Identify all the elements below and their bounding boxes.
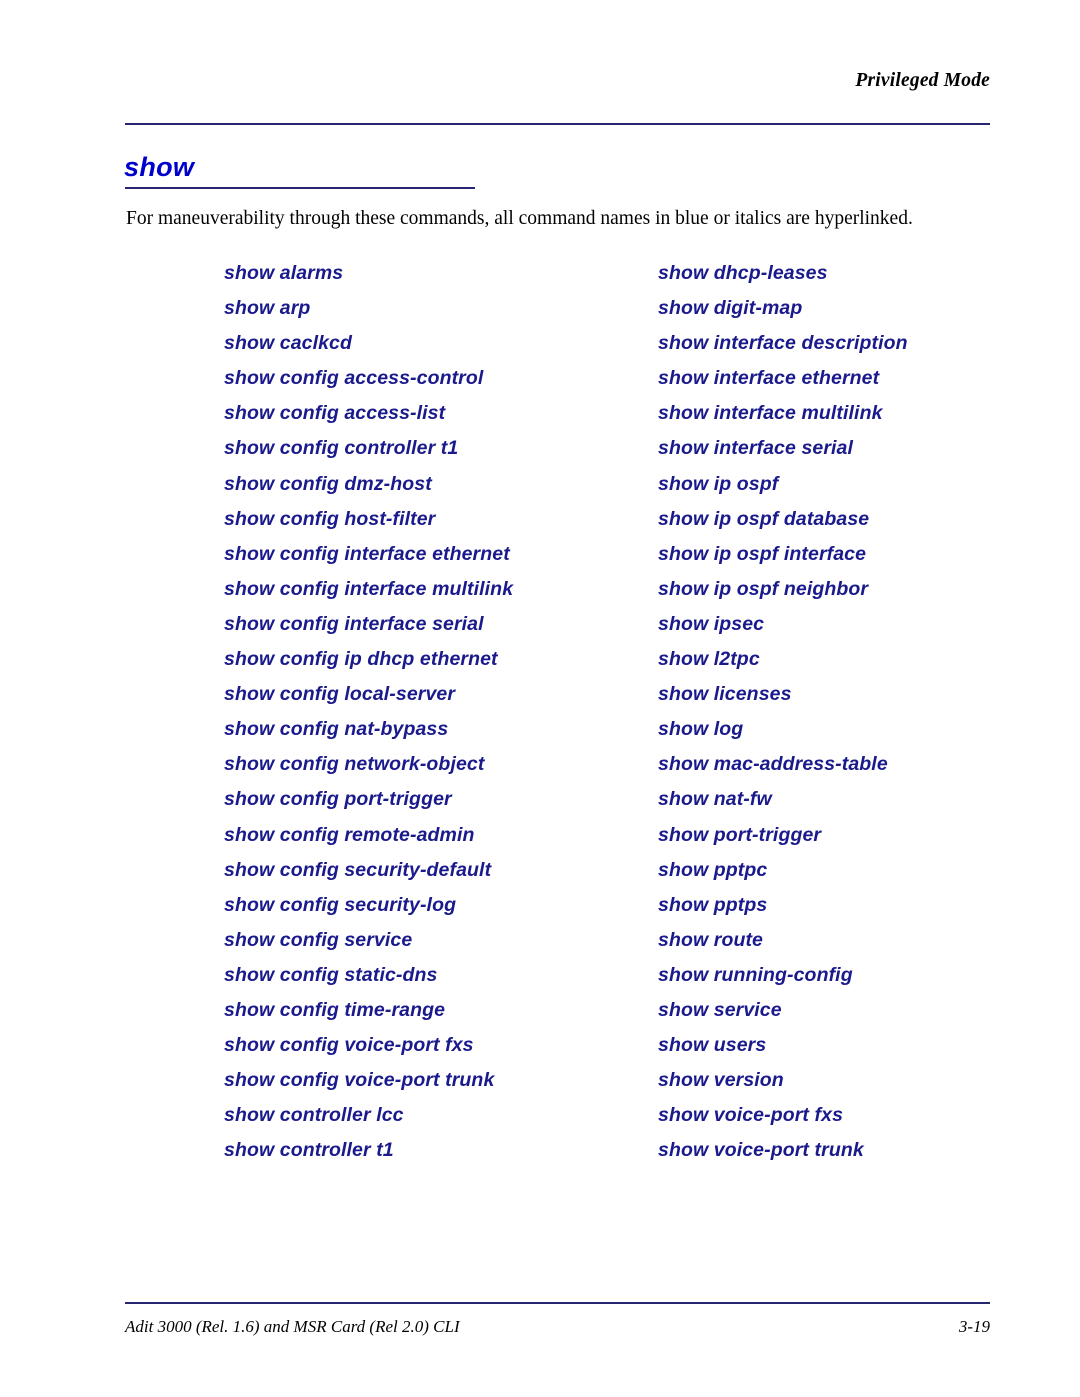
command-link[interactable]: show ip ospf database — [658, 502, 1058, 537]
page-title: show — [124, 152, 195, 182]
footer-divider-rule — [125, 1302, 990, 1304]
command-link[interactable]: show voice-port fxs — [658, 1098, 1058, 1133]
command-link[interactable]: show config dmz-host — [224, 467, 644, 502]
command-link[interactable]: show config network-object — [224, 747, 644, 782]
intro-paragraph: For maneuverability through these comman… — [126, 208, 913, 229]
command-link[interactable]: show ip ospf interface — [658, 537, 1058, 572]
header-divider-rule — [125, 123, 990, 125]
document-page: Privileged Mode show For maneuverability… — [0, 0, 1080, 1397]
command-link[interactable]: show pptpc — [658, 853, 1058, 888]
command-link[interactable]: show ip ospf — [658, 467, 1058, 502]
command-link[interactable]: show config remote-admin — [224, 818, 644, 853]
command-link[interactable]: show l2tpc — [658, 642, 1058, 677]
command-link[interactable]: show controller t1 — [224, 1133, 644, 1168]
command-link[interactable]: show dhcp-leases — [658, 256, 1058, 291]
command-link[interactable]: show log — [658, 712, 1058, 747]
command-link[interactable]: show ip ospf neighbor — [658, 572, 1058, 607]
running-header-title: Privileged Mode — [855, 70, 990, 91]
command-link[interactable]: show arp — [224, 291, 644, 326]
command-link[interactable]: show config interface ethernet — [224, 537, 644, 572]
command-link[interactable]: show config static-dns — [224, 958, 644, 993]
command-link[interactable]: show config voice-port fxs — [224, 1028, 644, 1063]
command-link[interactable]: show digit-map — [658, 291, 1058, 326]
command-link[interactable]: show config controller t1 — [224, 431, 644, 466]
command-link[interactable]: show config access-list — [224, 396, 644, 431]
command-column-right: show dhcp-leases show digit-map show inter… — [658, 256, 1058, 1168]
command-link[interactable]: show config local-server — [224, 677, 644, 712]
command-link[interactable]: show version — [658, 1063, 1058, 1098]
footer-document-title: Adit 3000 (Rel. 1.6) and MSR Card (Rel 2… — [125, 1317, 460, 1336]
command-link[interactable]: show config security-log — [224, 888, 644, 923]
command-link[interactable]: show config voice-port trunk — [224, 1063, 644, 1098]
command-link[interactable]: show config access-control — [224, 361, 644, 396]
command-link[interactable]: show interface description — [658, 326, 1058, 361]
section-title-underline-rule — [125, 187, 475, 189]
command-link[interactable]: show mac-address-table — [658, 747, 1058, 782]
command-link[interactable]: show port-trigger — [658, 818, 1058, 853]
command-link[interactable]: show licenses — [658, 677, 1058, 712]
command-link[interactable]: show interface multilink — [658, 396, 1058, 431]
command-link[interactable]: show alarms — [224, 256, 644, 291]
command-link[interactable]: show route — [658, 923, 1058, 958]
command-link[interactable]: show config interface multilink — [224, 572, 644, 607]
command-list: show alarms show arp show caclkcd show conf… — [0, 256, 1080, 1166]
command-link[interactable]: show ipsec — [658, 607, 1058, 642]
command-link[interactable]: show config ip dhcp ethernet — [224, 642, 644, 677]
command-link[interactable]: show config security-default — [224, 853, 644, 888]
command-link[interactable]: show caclkcd — [224, 326, 644, 361]
command-link[interactable]: show nat-fw — [658, 782, 1058, 817]
command-link[interactable]: show users — [658, 1028, 1058, 1063]
command-link[interactable]: show config host-filter — [224, 502, 644, 537]
command-link[interactable]: show config port-trigger — [224, 782, 644, 817]
footer-page-number: 3-19 — [958, 1317, 990, 1336]
command-link[interactable]: show pptps — [658, 888, 1058, 923]
command-link[interactable]: show config nat-bypass — [224, 712, 644, 747]
command-link[interactable]: show config service — [224, 923, 644, 958]
command-link[interactable]: show config interface serial — [224, 607, 644, 642]
command-link[interactable]: show voice-port trunk — [658, 1133, 1058, 1168]
command-link[interactable]: show running-config — [658, 958, 1058, 993]
command-link[interactable]: show interface serial — [658, 431, 1058, 466]
command-link[interactable]: show controller lcc — [224, 1098, 644, 1133]
command-column-left: show alarms show arp show caclkcd show conf… — [224, 256, 644, 1168]
command-link[interactable]: show config time-range — [224, 993, 644, 1028]
command-link[interactable]: show interface ethernet — [658, 361, 1058, 396]
command-link[interactable]: show service — [658, 993, 1058, 1028]
